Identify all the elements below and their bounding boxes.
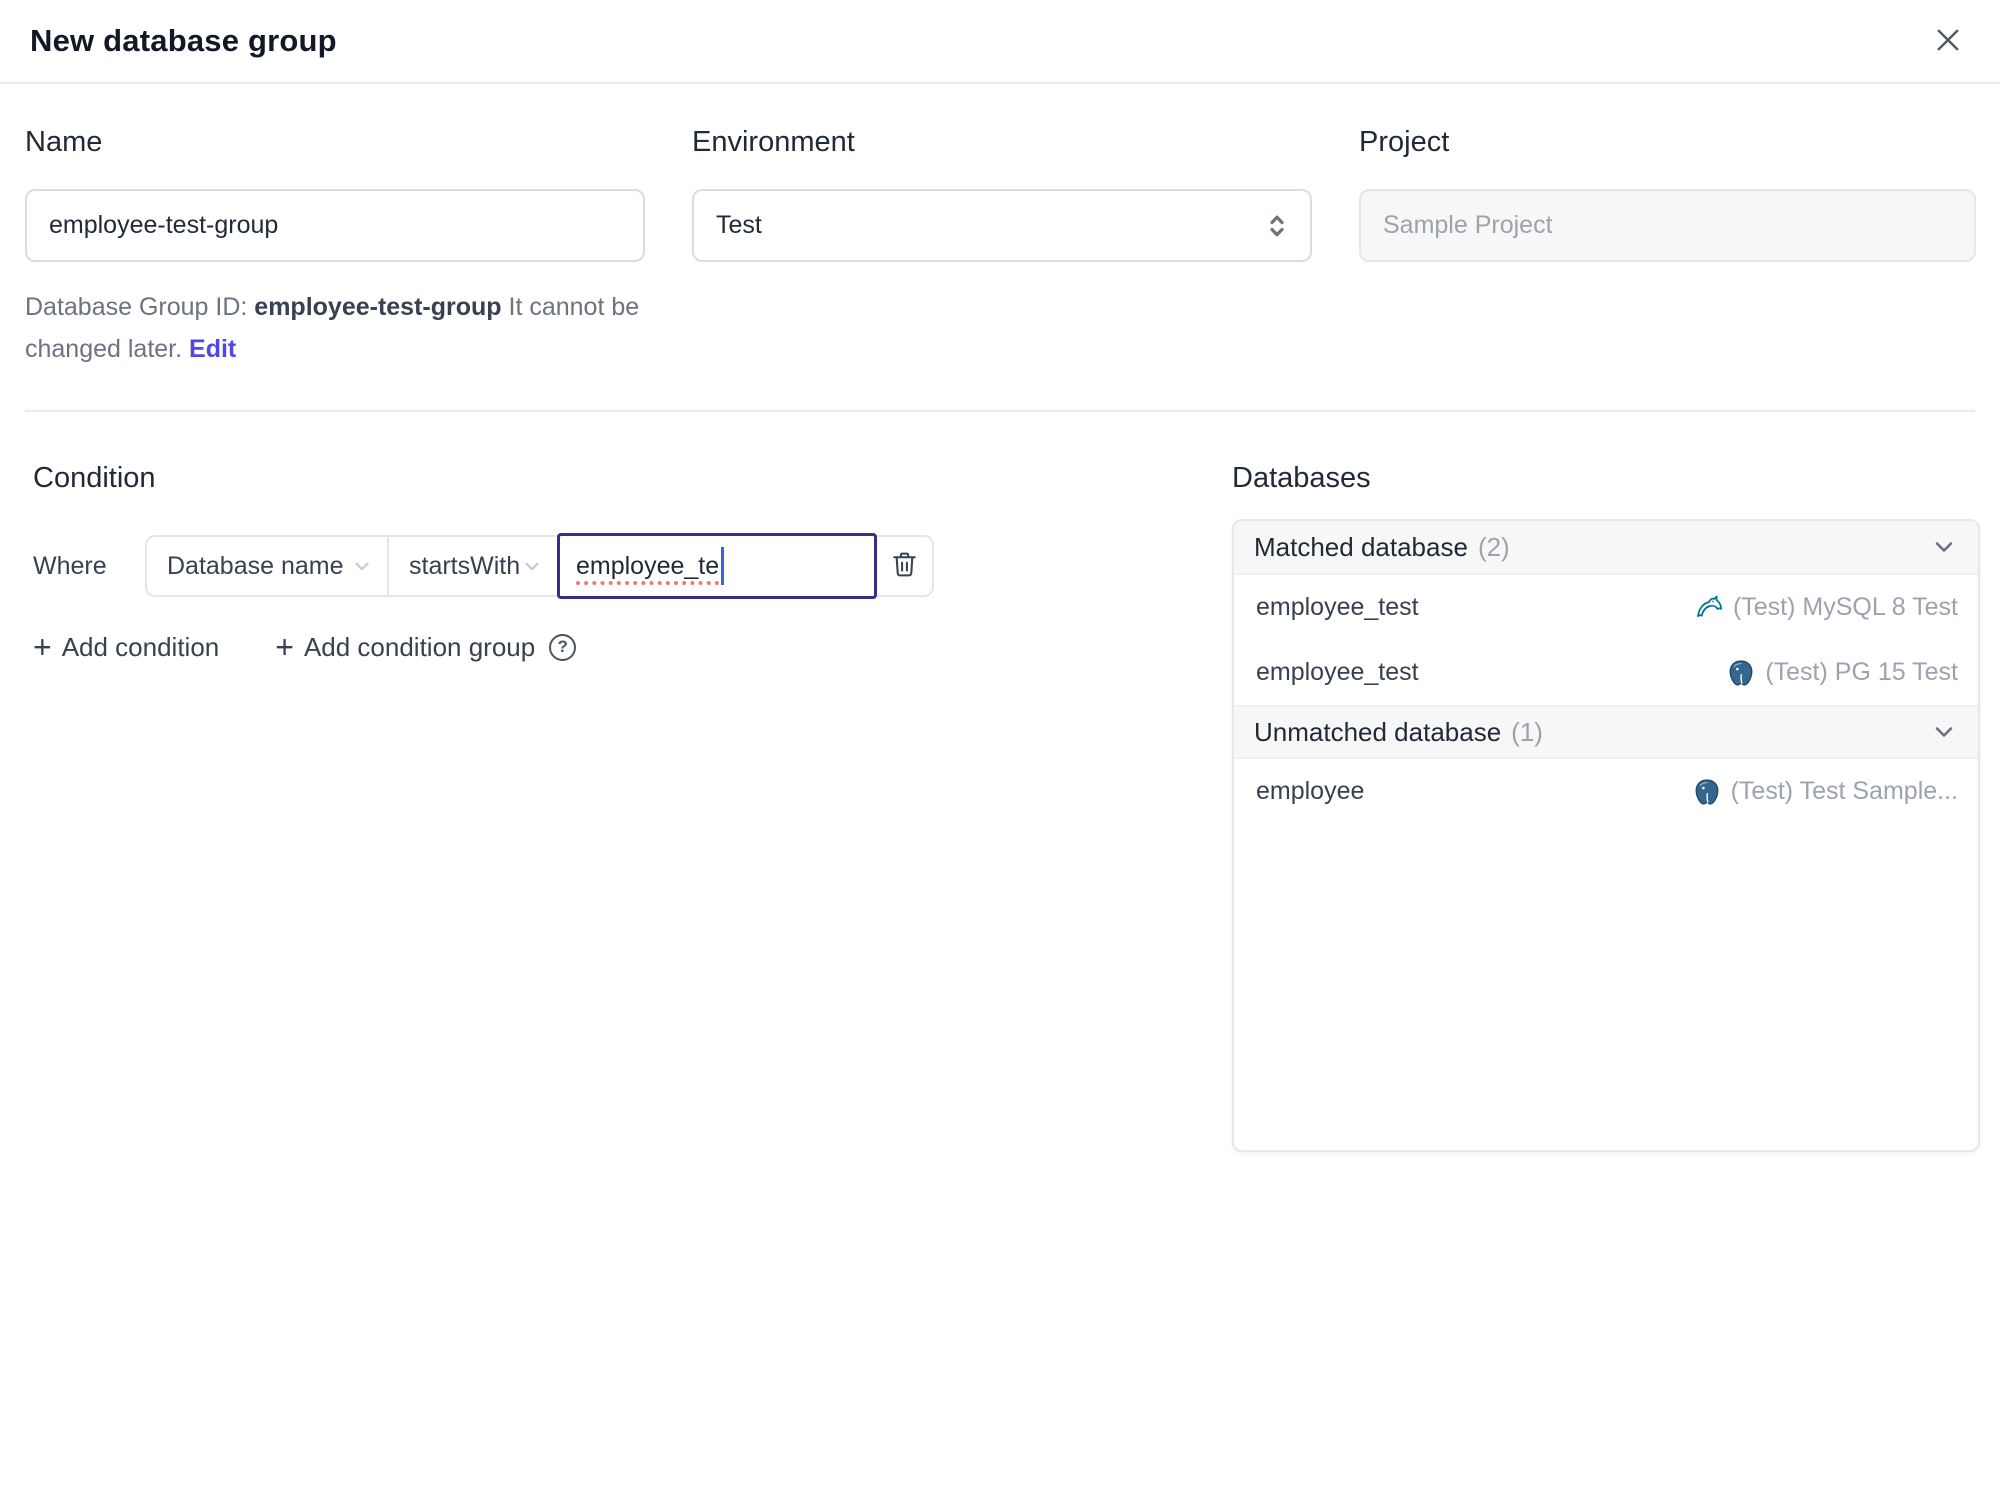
condition-group: Database name startsWith employee_te — [145, 533, 934, 599]
condition-value-text: employee_te — [576, 551, 720, 580]
plus-icon: + — [275, 629, 294, 665]
add-condition-label: Add condition — [61, 631, 220, 662]
name-input[interactable] — [25, 189, 645, 262]
database-name: employee_test — [1256, 658, 1419, 686]
instance-label: (Test) Test Sample... — [1730, 777, 1958, 805]
condition-value-input[interactable]: employee_te — [557, 533, 877, 599]
dialog-header: New database group — [0, 0, 2000, 84]
condition-field-value: Database name — [167, 551, 344, 580]
instance-info: (Test) MySQL 8 Test — [1695, 593, 1958, 622]
text-cursor — [721, 547, 725, 585]
databases-heading: Databases — [1232, 462, 1371, 494]
database-section-header[interactable]: Unmatched database (1) — [1234, 705, 1978, 759]
plus-icon: + — [33, 629, 52, 665]
environment-field-group: Environment Test — [692, 126, 1312, 370]
database-section-header[interactable]: Matched database (2) — [1234, 521, 1978, 575]
project-input — [1359, 189, 1976, 262]
add-buttons-row: + Add condition + Add condition group ? — [33, 631, 1232, 663]
chevron-down-icon — [1930, 718, 1958, 746]
mysql-icon — [1695, 594, 1723, 622]
condition-field-dropdown[interactable]: Database name — [147, 537, 389, 595]
help-icon: ? — [549, 633, 577, 661]
postgres-icon — [1727, 659, 1755, 687]
section-title: Unmatched database — [1254, 716, 1502, 747]
condition-operator-value: startsWith — [409, 551, 521, 580]
postgres-icon — [1693, 778, 1721, 806]
environment-select[interactable]: Test — [692, 189, 1312, 262]
dialog-title: New database group — [30, 23, 337, 58]
section-count: (2) — [1477, 531, 1510, 562]
condition-row: Where Database name startsWith employee_… — [33, 533, 1232, 599]
database-name: employee — [1256, 777, 1365, 805]
hint-prefix: Database Group ID: — [25, 293, 255, 321]
database-row: employee_test (Test) MySQL 8 Test — [1234, 575, 1978, 640]
project-label: Project — [1359, 126, 1450, 158]
add-condition-group-label: Add condition group — [303, 631, 536, 662]
section-count: (1) — [1511, 716, 1543, 747]
instance-label: (Test) PG 15 Test — [1765, 658, 1958, 686]
project-field-group: Project — [1359, 126, 1976, 370]
databases-panel: Matched database (2) employee_test (Test… — [1232, 519, 1980, 1152]
environment-label: Environment — [692, 126, 855, 158]
close-icon — [1931, 23, 1965, 60]
new-database-group-dialog: New database group Name Database Group I… — [0, 0, 2000, 1500]
hint-group-id: employee-test-group — [254, 293, 502, 321]
delete-condition-button[interactable] — [877, 537, 932, 595]
databases-section: Databases Matched database (2) employee_… — [1232, 462, 1980, 1152]
name-label: Name — [25, 126, 103, 158]
chevron-down-icon — [521, 555, 543, 577]
condition-section: Condition Where Database name startsWith — [26, 462, 1232, 663]
add-condition-group-button[interactable]: + Add condition group ? — [275, 629, 577, 665]
selector-up-down-icon — [1262, 211, 1292, 241]
chevron-down-icon — [351, 555, 373, 577]
chevron-down-icon — [1930, 533, 1958, 561]
form-row: Name Database Group ID: employee-test-gr… — [0, 84, 2000, 370]
lower-section: Condition Where Database name startsWith — [0, 412, 2000, 1152]
database-row: employee (Test) Test Sample... — [1234, 759, 1978, 824]
section-title: Matched database — [1254, 531, 1468, 562]
instance-info: (Test) Test Sample... — [1693, 777, 1958, 806]
group-id-hint: Database Group ID: employee-test-group I… — [25, 286, 645, 370]
instance-label: (Test) MySQL 8 Test — [1732, 593, 1958, 621]
environment-value: Test — [716, 211, 762, 239]
condition-heading: Condition — [33, 462, 156, 494]
condition-operator-dropdown[interactable]: startsWith — [389, 537, 557, 595]
name-field-group: Name Database Group ID: employee-test-gr… — [25, 126, 645, 370]
where-label: Where — [33, 551, 107, 580]
trash-icon — [890, 550, 919, 582]
edit-link[interactable]: Edit — [189, 335, 236, 363]
close-button[interactable] — [1926, 19, 1970, 63]
database-row: employee_test (Test) PG 15 Test — [1234, 640, 1978, 705]
add-condition-button[interactable]: + Add condition — [33, 631, 219, 663]
instance-info: (Test) PG 15 Test — [1727, 658, 1958, 687]
database-name: employee_test — [1256, 593, 1419, 621]
